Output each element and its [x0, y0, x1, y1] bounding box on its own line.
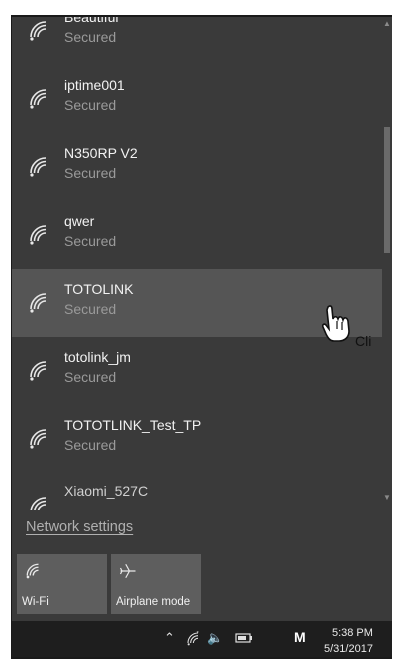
network-name: N350RP V2	[64, 145, 138, 161]
network-status: Secured	[64, 437, 117, 453]
airplane-icon	[119, 563, 136, 579]
network-status: Secured	[64, 369, 117, 385]
airplane-tile-label: Airplane mode	[116, 596, 191, 608]
volume-icon[interactable]: 🔈	[207, 630, 223, 646]
network-name: iptime001	[64, 77, 125, 93]
network-status: Secured	[64, 165, 117, 181]
wifi-signal-icon	[30, 497, 47, 510]
clock-date: 5/31/2017	[324, 643, 373, 655]
network-list-scrollbar[interactable]: ▲ ▼	[382, 17, 392, 510]
wifi-signal-icon	[30, 361, 47, 381]
network-status: Secured	[64, 29, 117, 45]
wifi-signal-icon	[30, 89, 47, 109]
tray-wifi-icon[interactable]: *	[186, 631, 202, 647]
network-item-xiaomi-527c[interactable]: Xiaomi_527C	[12, 473, 382, 510]
hand-pointer-cursor-icon	[322, 305, 350, 342]
wifi-signal-icon	[30, 293, 47, 313]
wifi-toggle-tile[interactable]: Wi-Fi	[17, 554, 107, 614]
battery-icon[interactable]	[235, 633, 253, 643]
scroll-up-arrow-icon[interactable]: ▲	[383, 19, 391, 28]
scroll-down-arrow-icon[interactable]: ▼	[383, 493, 391, 502]
network-item-qwer[interactable]: qwer Secured	[12, 201, 382, 269]
system-clock[interactable]: 5:38 PM 5/31/2017	[324, 625, 373, 657]
network-item-n350rp-v2[interactable]: N350RP V2 Secured	[12, 133, 382, 201]
network-item-iptime001[interactable]: iptime001 Secured	[12, 65, 382, 133]
taskbar: ⌃ * 🔈 M 5:38 PM 5/31/2017	[12, 621, 392, 657]
network-list[interactable]: Beautiful Secured iptime001 Secured N350…	[12, 17, 382, 510]
network-settings-link[interactable]: Network settings	[26, 519, 133, 535]
clock-time: 5:38 PM	[331, 627, 373, 639]
wifi-signal-icon	[30, 429, 47, 449]
wifi-signal-icon	[30, 225, 47, 245]
network-name: TOTOTLINK_Test_TP	[64, 417, 202, 433]
network-name: qwer	[64, 213, 95, 229]
network-item-beautiful[interactable]: Beautiful Secured	[12, 17, 382, 65]
scrollbar-thumb[interactable]	[384, 127, 390, 253]
network-name: totolink_jm	[64, 349, 131, 365]
input-method-indicator[interactable]: M	[294, 629, 306, 645]
wifi-tile-label: Wi-Fi	[22, 596, 49, 608]
network-name: TOTOLINK	[64, 281, 134, 297]
network-name: Xiaomi_527C	[64, 483, 149, 499]
network-name: Beautiful	[64, 17, 119, 25]
wifi-signal-icon	[30, 157, 47, 177]
show-hidden-icons-chevron-icon[interactable]: ⌃	[164, 630, 175, 646]
wifi-signal-icon	[30, 21, 47, 41]
network-item-totolink-jm[interactable]: totolink_jm Secured	[12, 337, 382, 405]
network-status: Secured	[64, 97, 117, 113]
network-item-tototlink-test-tp[interactable]: TOTOTLINK_Test_TP Secured	[12, 405, 382, 473]
svg-text:*: *	[197, 631, 199, 637]
network-status: Secured	[64, 301, 117, 317]
wifi-icon	[26, 563, 39, 579]
network-status: Secured	[64, 233, 117, 249]
cursor-caption: Cli	[355, 333, 372, 349]
airplane-mode-tile[interactable]: Airplane mode	[111, 554, 201, 614]
